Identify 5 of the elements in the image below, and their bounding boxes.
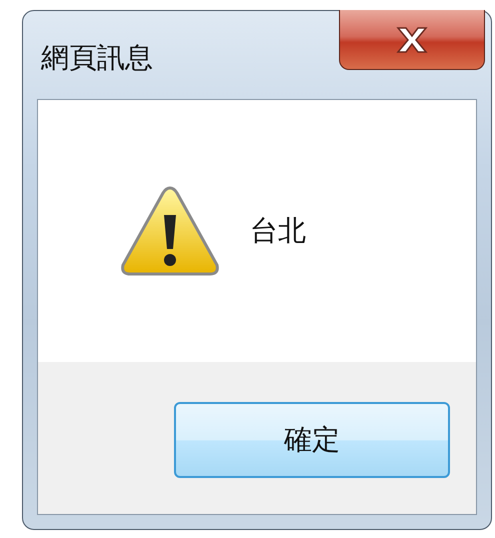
message-text: 台北 xyxy=(250,213,306,249)
window-title: 網頁訊息 xyxy=(41,40,153,76)
close-button[interactable] xyxy=(339,10,485,70)
ok-button[interactable]: 確定 xyxy=(174,402,450,478)
warning-icon xyxy=(120,185,220,277)
